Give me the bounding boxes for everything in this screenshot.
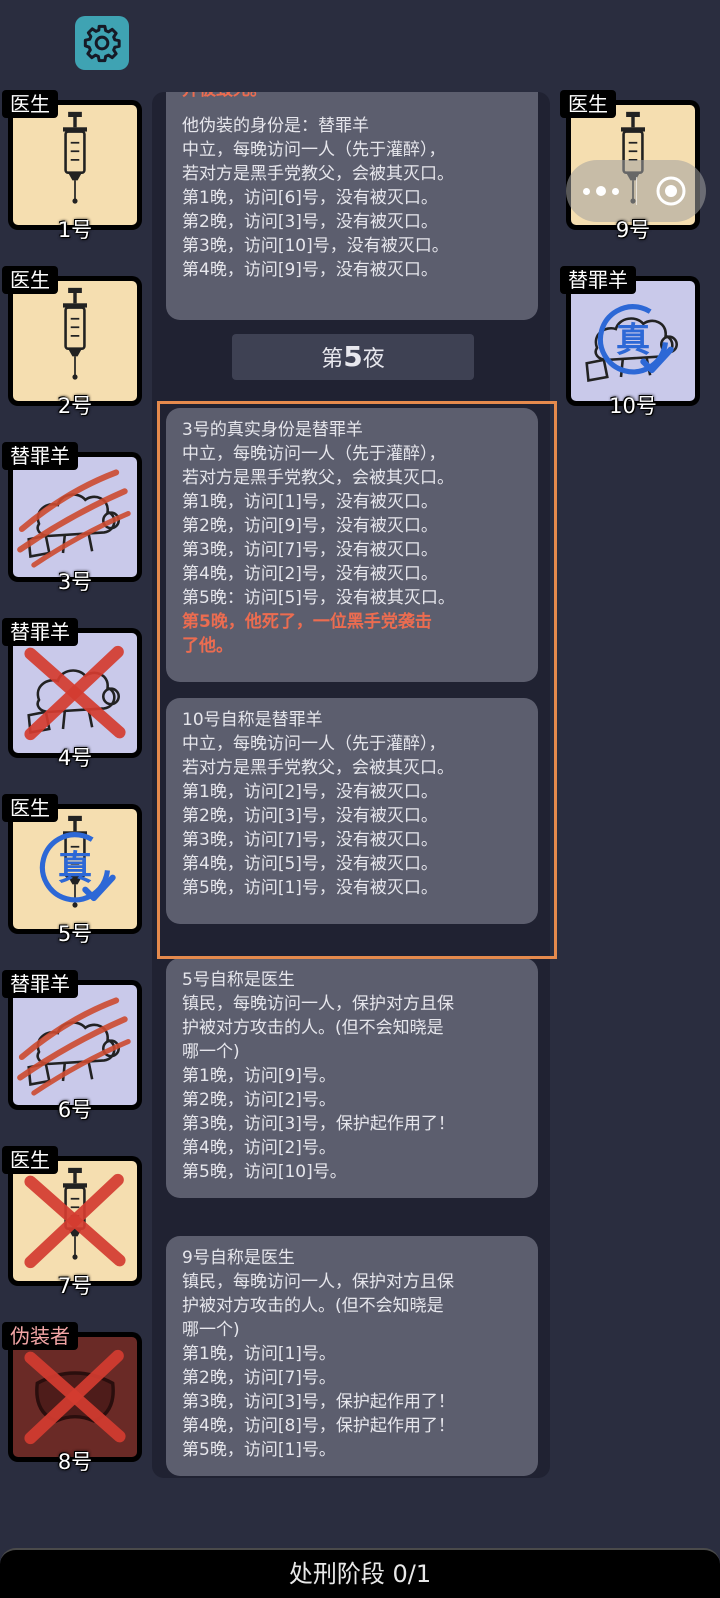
role-label: 医生 <box>560 90 616 118</box>
role-label: 替罪羊 <box>2 618 78 646</box>
gear-icon <box>83 24 121 63</box>
log-bubble-player-5: 5号自称是医生 镇民，每晚访问一人，保护对方且保 护被对方攻击的人。(但不会知晓… <box>166 958 538 1198</box>
player-number: 6号 <box>57 1098 93 1122</box>
true-stamp-icon: 真 <box>571 281 695 401</box>
player-number: 3号 <box>57 570 93 594</box>
player-number: 9号 <box>615 218 651 242</box>
dead-cross-icon <box>13 1161 137 1281</box>
true-stamp-icon: 真 <box>13 809 137 929</box>
miniprogram-capsule <box>566 160 706 222</box>
player-number: 7号 <box>57 1274 93 1298</box>
more-menu-icon[interactable] <box>566 186 636 196</box>
log-bubble-player-9: 9号自称是医生 镇民，每晚访问一人，保护对方且保 护被对方攻击的人。(但不会知晓… <box>166 1236 538 1476</box>
role-label: 替罪羊 <box>2 970 78 998</box>
player-number: 1号 <box>57 218 93 242</box>
close-target-icon[interactable] <box>637 175 707 207</box>
dead-cross-icon <box>13 1337 137 1457</box>
role-label: 医生 <box>2 1146 58 1174</box>
syringe-icon <box>61 110 89 205</box>
log-bubble-player-3: 3号的真实身份是替罪羊 中立，每晚访问一人（先于灌醉）， 若对方是黑手党教父，会… <box>166 408 538 682</box>
role-label: 替罪羊 <box>560 266 636 294</box>
player-number: 2号 <box>57 394 93 418</box>
stamp-text: 真 <box>616 320 650 360</box>
syringe-icon <box>61 286 89 381</box>
execution-phase-bar[interactable]: 处刑阶段 0/1 <box>0 1548 720 1598</box>
player-card-4[interactable]: 替罪羊 4号 <box>2 618 142 770</box>
player-card-5[interactable]: 真 医生 5号 <box>2 794 142 946</box>
player-number: 4号 <box>57 746 93 770</box>
player-card-3[interactable]: 替罪羊 3号 <box>2 442 142 594</box>
stamp-text: 真 <box>58 848 92 888</box>
player-number: 5号 <box>57 922 93 946</box>
player-number: 8号 <box>57 1450 93 1474</box>
role-label: 伪装者 <box>2 1322 78 1350</box>
night-log-panel[interactable]: 并被毁死。 他伪装的身份是：替罪羊 中立，每晚访问一人（先于灌醉）， 若对方是黑… <box>152 92 550 1478</box>
player-card-1[interactable]: 医生 1号 <box>2 90 142 242</box>
role-label: 医生 <box>2 794 58 822</box>
role-label: 医生 <box>2 266 58 294</box>
night-header: 第5夜 <box>232 334 474 380</box>
player-card-7[interactable]: 医生 7号 <box>2 1146 142 1298</box>
player-number: 10号 <box>609 394 657 418</box>
role-label: 替罪羊 <box>2 442 78 470</box>
death-notice: 第5晚，他死了，一位黑手党袭击 <box>182 612 432 632</box>
dead-cross-icon <box>13 633 137 753</box>
role-label: 医生 <box>2 90 58 118</box>
player-card-6[interactable]: 替罪羊 6号 <box>2 970 142 1122</box>
player-card-10[interactable]: 真 替罪羊 10号 <box>560 266 700 418</box>
log-bubble-disguise: 并被毁死。 他伪装的身份是：替罪羊 中立，每晚访问一人（先于灌醉）， 若对方是黑… <box>166 92 538 320</box>
claw-mark-icon <box>13 457 137 577</box>
log-bubble-player-10: 10号自称是替罪羊 中立，每晚访问一人（先于灌醉）， 若对方是黑手党教父，会被其… <box>166 698 538 924</box>
player-card-8[interactable]: 伪装者 8号 <box>2 1322 142 1474</box>
settings-button[interactable] <box>75 16 129 70</box>
player-card-2[interactable]: 医生 2号 <box>2 266 142 418</box>
claw-mark-icon <box>13 985 137 1105</box>
